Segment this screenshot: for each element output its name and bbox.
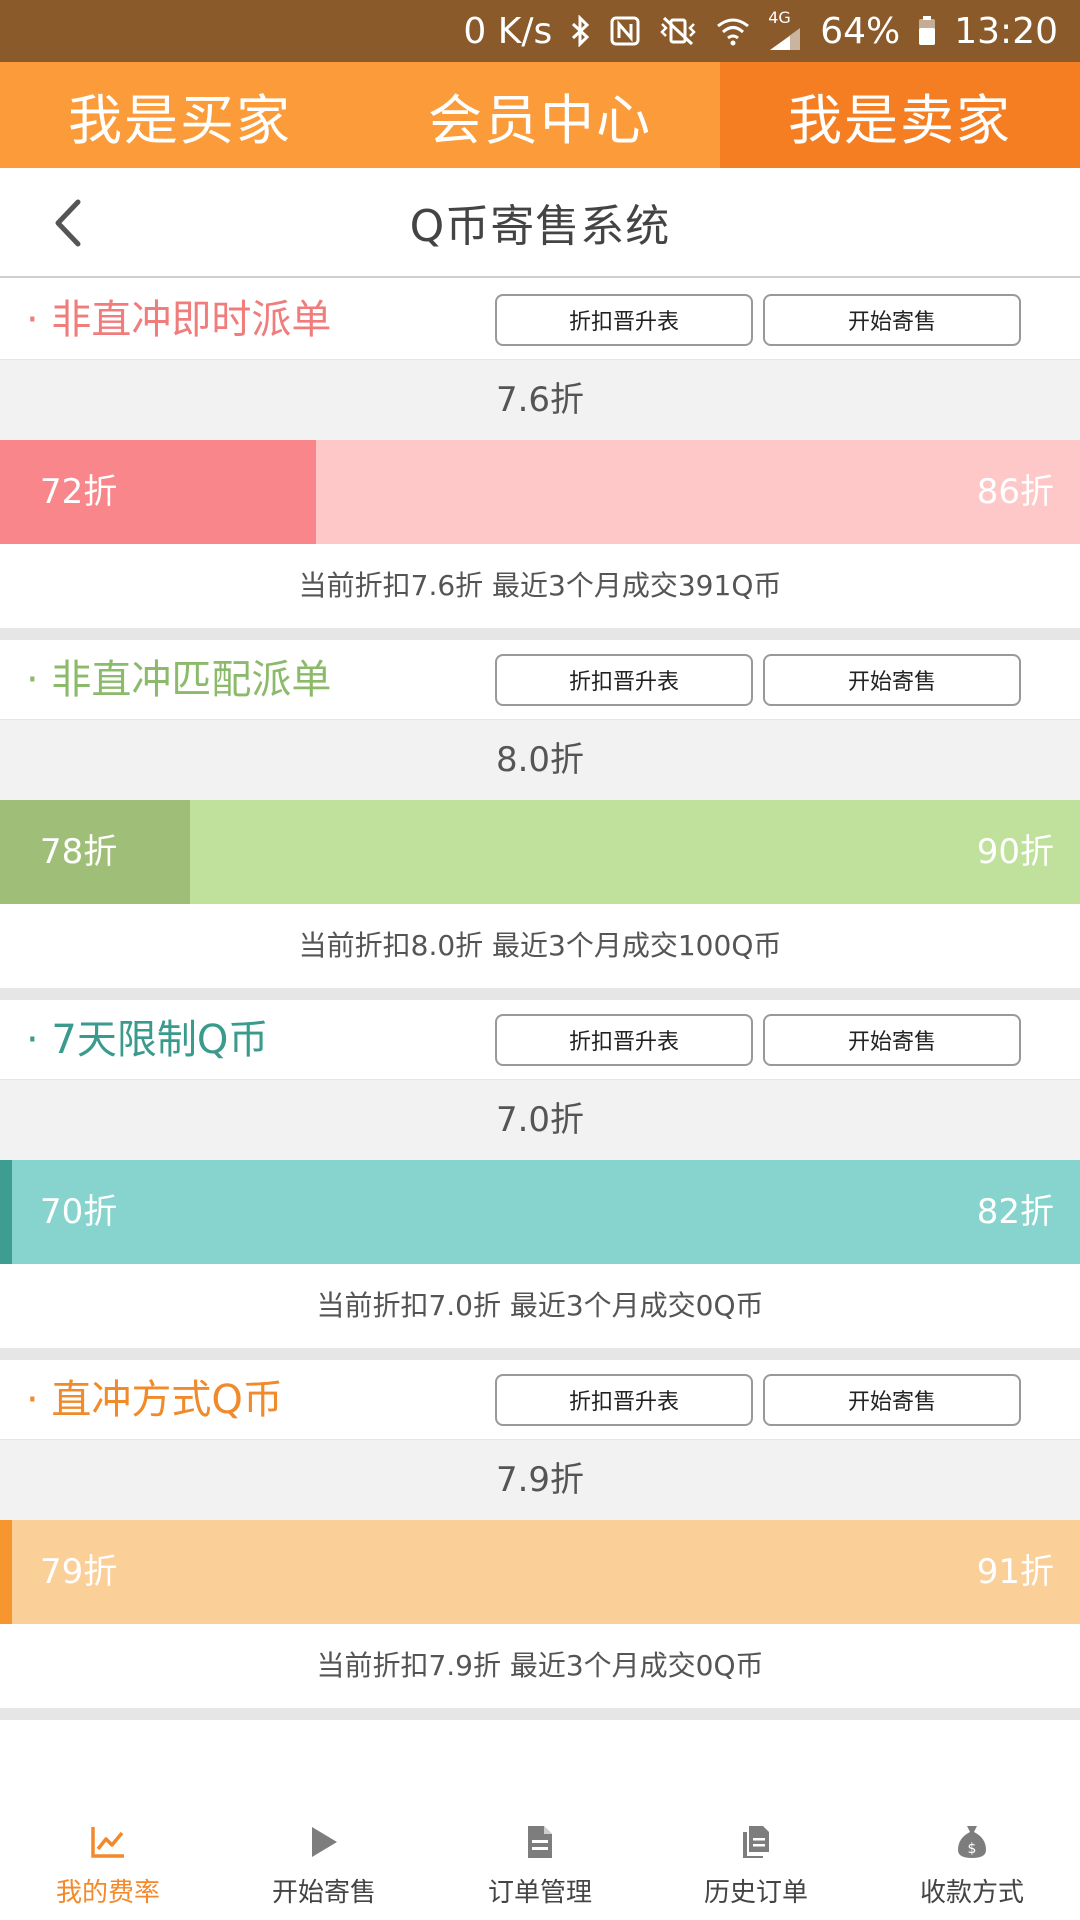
- section-divider: [0, 988, 1080, 1000]
- nav-my-rate[interactable]: 我的费率: [0, 1800, 216, 1920]
- network-speed: 0 K/s: [463, 10, 553, 52]
- tab-seller[interactable]: 我是卖家: [720, 62, 1080, 168]
- section-title: · 非直冲匹配派单: [26, 657, 332, 703]
- discount-table-button[interactable]: 折扣晋升表: [495, 654, 753, 706]
- battery-percent: 64%: [820, 10, 901, 52]
- chevron-left-icon: [55, 199, 81, 247]
- discount-progress-bar: 79折 91折: [0, 1520, 1080, 1624]
- nav-label: 我的费率: [55, 1878, 160, 1908]
- svg-text:$: $: [968, 1841, 977, 1857]
- progress-fill: [0, 1520, 12, 1624]
- nav-order-management[interactable]: 订单管理: [432, 1800, 648, 1920]
- section-divider: [0, 1708, 1080, 1720]
- section-divider: [0, 628, 1080, 640]
- current-discount-value: 7.0折: [0, 1080, 1080, 1160]
- rate-section-7day: · 7天限制Q币 折扣晋升表 开始寄售 7.0折 70折 82折 当前折扣7.0…: [0, 1000, 1080, 1348]
- section-title: · 直冲方式Q币: [26, 1377, 283, 1423]
- max-discount-label: 86折: [976, 472, 1054, 512]
- title-bar: Q币寄售系统: [0, 168, 1080, 278]
- bluetooth-icon: [570, 15, 592, 47]
- battery-icon: [918, 16, 936, 46]
- current-discount-value: 7.9折: [0, 1440, 1080, 1520]
- nav-label: 收款方式: [919, 1878, 1024, 1908]
- max-discount-label: 82折: [976, 1192, 1054, 1232]
- start-selling-button[interactable]: 开始寄售: [763, 294, 1021, 346]
- rate-section-matched: · 非直冲匹配派单 折扣晋升表 开始寄售 8.0折 78折 90折 当前折扣8.…: [0, 640, 1080, 988]
- progress-fill: [0, 1160, 12, 1264]
- section-summary: 当前折扣7.6折 最近3个月成交391Q币: [298, 569, 782, 602]
- discount-table-button[interactable]: 折扣晋升表: [495, 294, 753, 346]
- min-discount-label: 70折: [40, 1192, 118, 1232]
- rate-section-direct: · 直冲方式Q币 折扣晋升表 开始寄售 7.9折 79折 91折 当前折扣7.9…: [0, 1360, 1080, 1708]
- back-button[interactable]: [38, 194, 96, 252]
- rate-section-instant: · 非直冲即时派单 折扣晋升表 开始寄售 7.6折 72折 86折 当前折扣7.…: [0, 280, 1080, 628]
- section-title: · 7天限制Q币: [26, 1017, 269, 1063]
- start-selling-button[interactable]: 开始寄售: [763, 1014, 1021, 1066]
- document-icon: [520, 1822, 560, 1862]
- max-discount-label: 90折: [976, 832, 1054, 872]
- play-icon: [304, 1822, 344, 1862]
- section-summary: 当前折扣8.0折 最近3个月成交100Q币: [298, 929, 782, 962]
- section-header: · 非直冲即时派单 折扣晋升表 开始寄售: [0, 280, 1080, 360]
- min-discount-label: 78折: [40, 832, 118, 872]
- vibrate-icon: [658, 16, 698, 46]
- tab-member-center[interactable]: 会员中心: [360, 62, 720, 168]
- section-header: · 直冲方式Q币 折扣晋升表 开始寄售: [0, 1360, 1080, 1440]
- section-header: · 7天限制Q币 折扣晋升表 开始寄售: [0, 1000, 1080, 1080]
- chart-icon: [88, 1822, 128, 1862]
- nfc-icon: [610, 16, 640, 46]
- network-type: 4G: [768, 8, 791, 27]
- discount-table-button[interactable]: 折扣晋升表: [495, 1014, 753, 1066]
- section-summary: 当前折扣7.9折 最近3个月成交0Q币: [316, 1649, 764, 1682]
- bottom-nav: 我的费率 开始寄售 订单管理 历史订单 $ 收款方式: [0, 1800, 1080, 1920]
- discount-progress-bar: 78折 90折: [0, 800, 1080, 904]
- nav-payment-method[interactable]: $ 收款方式: [864, 1800, 1080, 1920]
- money-bag-icon: $: [952, 1822, 992, 1862]
- copy-icon: [736, 1822, 776, 1862]
- nav-label: 开始寄售: [271, 1878, 376, 1908]
- current-discount-value: 7.6折: [0, 360, 1080, 440]
- section-summary: 当前折扣7.0折 最近3个月成交0Q币: [316, 1289, 764, 1322]
- section-divider: [0, 1348, 1080, 1360]
- min-discount-label: 79折: [40, 1552, 118, 1592]
- signal-icon: 4G: [768, 10, 802, 52]
- start-selling-button[interactable]: 开始寄售: [763, 654, 1021, 706]
- nav-order-history[interactable]: 历史订单: [648, 1800, 864, 1920]
- discount-table-button[interactable]: 折扣晋升表: [495, 1374, 753, 1426]
- tab-buyer[interactable]: 我是买家: [0, 62, 360, 168]
- current-discount-value: 8.0折: [0, 720, 1080, 800]
- min-discount-label: 72折: [40, 472, 118, 512]
- nav-label: 历史订单: [703, 1878, 808, 1908]
- wifi-icon: [716, 16, 750, 46]
- start-selling-button[interactable]: 开始寄售: [763, 1374, 1021, 1426]
- discount-progress-bar: 72折 86折: [0, 440, 1080, 544]
- nav-label: 订单管理: [487, 1878, 592, 1908]
- top-tab-bar: 我是买家 会员中心 我是卖家: [0, 62, 1080, 168]
- section-header: · 非直冲匹配派单 折扣晋升表 开始寄售: [0, 640, 1080, 720]
- page-title: Q币寄售系统: [409, 201, 671, 252]
- section-title: · 非直冲即时派单: [26, 297, 332, 343]
- max-discount-label: 91折: [976, 1552, 1054, 1592]
- status-bar: 0 K/s 4G 64% 13:20: [0, 0, 1080, 62]
- nav-start-selling[interactable]: 开始寄售: [216, 1800, 432, 1920]
- discount-progress-bar: 70折 82折: [0, 1160, 1080, 1264]
- clock: 13:20: [954, 10, 1058, 52]
